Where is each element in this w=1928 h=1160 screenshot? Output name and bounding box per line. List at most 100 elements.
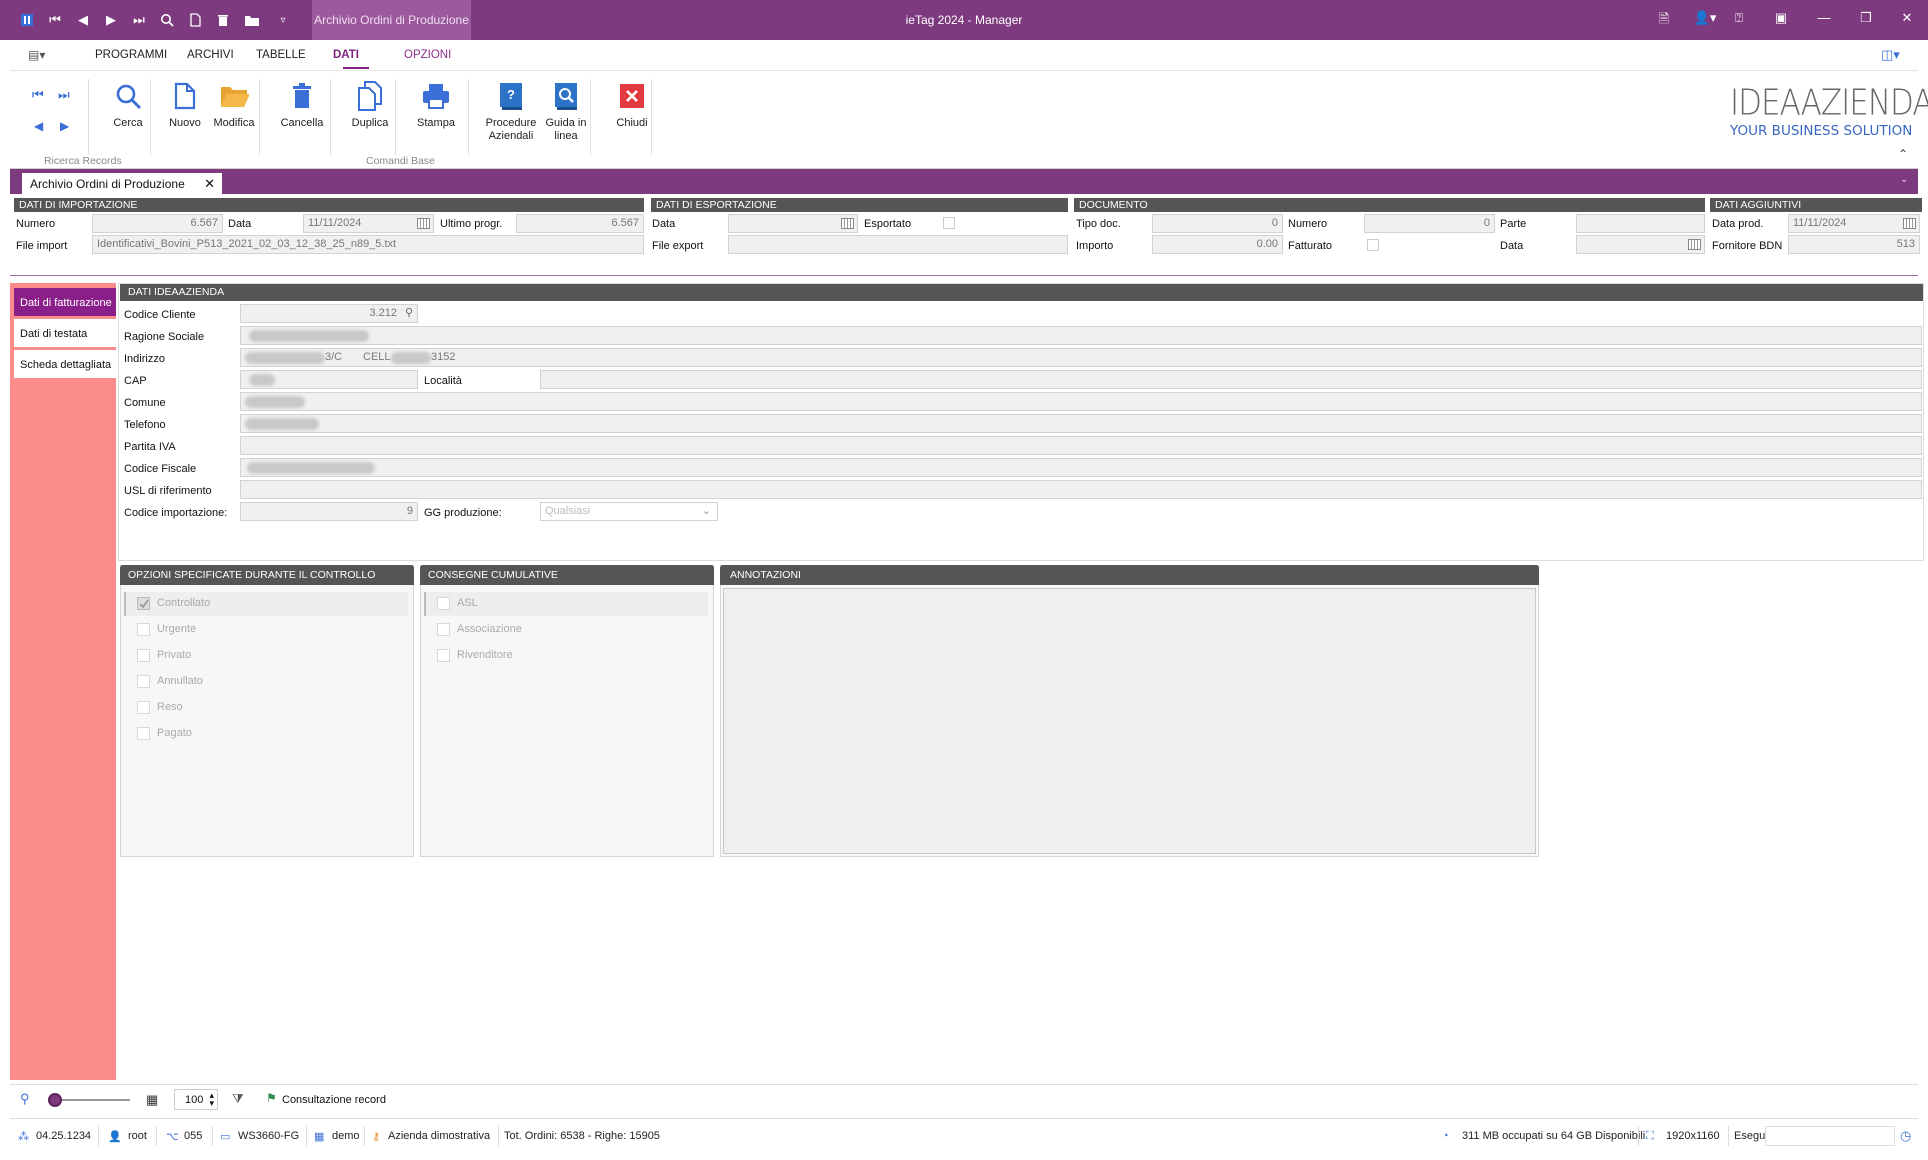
tab-dati-fatturazione[interactable]: Dati di fatturazione bbox=[14, 288, 116, 316]
printer-icon bbox=[421, 81, 451, 111]
procedure-aziendali-button[interactable]: ? Procedure Aziendali bbox=[476, 81, 546, 143]
calendar-icon[interactable] bbox=[1688, 239, 1701, 250]
menu-programmi[interactable]: PROGRAMMI bbox=[95, 49, 167, 61]
codice-fiscale-label: Codice Fiscale bbox=[124, 463, 197, 475]
numero-doc-field[interactable]: 0 bbox=[1364, 214, 1495, 233]
ragione-sociale-field[interactable] bbox=[240, 326, 1922, 345]
user-icon: 👤 bbox=[108, 1131, 122, 1143]
status-separator bbox=[364, 1126, 365, 1146]
duplica-button[interactable]: Duplica bbox=[342, 81, 398, 130]
lookup-search-icon[interactable]: ⚲ bbox=[405, 306, 413, 319]
close-red-icon bbox=[617, 81, 647, 111]
status-separator bbox=[1728, 1126, 1729, 1146]
codice-fiscale-field[interactable] bbox=[240, 458, 1922, 477]
form-tab-label: Archivio Ordini di Produzione bbox=[30, 176, 185, 191]
calendar-icon[interactable] bbox=[1903, 218, 1916, 229]
menu-tabelle[interactable]: TABELLE bbox=[256, 49, 306, 61]
page-size-value: 100 bbox=[185, 1094, 204, 1106]
zoom-icon[interactable]: ⚲ bbox=[20, 1091, 30, 1107]
telefono-field[interactable] bbox=[240, 414, 1922, 433]
annotazioni-textarea[interactable] bbox=[723, 588, 1536, 854]
importo-field[interactable]: 0.00 bbox=[1152, 235, 1283, 254]
usl-field[interactable] bbox=[240, 480, 1922, 499]
data-export-field[interactable] bbox=[728, 214, 858, 233]
partita-iva-field[interactable] bbox=[240, 436, 1922, 455]
codice-importazione-field[interactable]: 9 bbox=[240, 502, 418, 521]
page-size-spinner[interactable]: 100 ▴ ▾ bbox=[174, 1089, 218, 1110]
version-text: 04.25.1234 bbox=[36, 1130, 92, 1142]
nuovo-button[interactable]: Nuovo bbox=[160, 81, 210, 130]
file-export-field[interactable] bbox=[728, 235, 1068, 254]
close-window-icon[interactable]: ✕ bbox=[1896, 10, 1918, 26]
importo-label: Importo bbox=[1076, 240, 1114, 252]
numero-label: Numero bbox=[16, 218, 56, 230]
user-menu-icon[interactable]: 👤▾ bbox=[1690, 10, 1720, 26]
first-record-button[interactable]: ⏮ bbox=[32, 87, 44, 103]
app-window: ⏮ ◀ ▶ ⏭ ▿ Archivio Ordini di Produzione … bbox=[0, 0, 1928, 1160]
help-icon[interactable]: ⍰ bbox=[1728, 10, 1750, 26]
codice-cliente-field[interactable]: 3.212 ⚲ bbox=[240, 304, 418, 323]
fornitore-bdn-field[interactable]: 513 bbox=[1788, 235, 1920, 254]
calendar-icon[interactable] bbox=[841, 218, 854, 229]
tab-scheda-dettagliata[interactable]: Scheda dettagliata bbox=[14, 350, 116, 378]
menu-opzioni[interactable]: OPZIONI bbox=[404, 49, 451, 61]
fatturato-checkbox[interactable] bbox=[1367, 239, 1379, 251]
file-import-field[interactable]: Identificativi_Bovini_P513_2021_02_03_12… bbox=[92, 235, 644, 254]
left-tab-panel: Dati di fatturazione Dati di testata Sch… bbox=[10, 283, 116, 1080]
menu-dati[interactable]: DATI bbox=[333, 49, 359, 61]
status-separator bbox=[498, 1126, 499, 1146]
spinner-arrows-icon[interactable]: ▴ ▾ bbox=[209, 1091, 214, 1108]
data-prod-field[interactable]: 11/11/2024 bbox=[1788, 214, 1920, 233]
unchecked-box bbox=[437, 623, 450, 636]
section-header-documento: DOCUMENTO bbox=[1074, 198, 1705, 212]
next-record-button[interactable]: ▶ bbox=[60, 119, 69, 133]
zoom-slider-thumb[interactable] bbox=[48, 1093, 62, 1107]
form-tab-strip: Archivio Ordini di Produzione ✕ ⌄ bbox=[10, 169, 1918, 194]
document-icon[interactable]: 🗎 bbox=[1653, 10, 1675, 32]
status-separator bbox=[212, 1126, 213, 1146]
memory-text: 311 MB occupati su 64 GB Disponibili bbox=[1462, 1130, 1646, 1142]
guida-in-linea-button[interactable]: Guida in linea bbox=[538, 81, 594, 143]
esegui-label: Esegui bbox=[1734, 1130, 1768, 1142]
cancella-button[interactable]: Cancella bbox=[274, 81, 330, 130]
comune-field[interactable] bbox=[240, 392, 1922, 411]
app-menu-icon[interactable]: ▤▾ bbox=[28, 48, 45, 62]
esegui-input[interactable] bbox=[1765, 1126, 1895, 1146]
tab-dati-testata[interactable]: Dati di testata bbox=[14, 319, 116, 347]
previous-record-button[interactable]: ◀ bbox=[34, 119, 43, 133]
calendar-icon[interactable] bbox=[417, 218, 430, 229]
localita-field[interactable] bbox=[540, 370, 1922, 389]
close-tab-icon[interactable]: ✕ bbox=[204, 176, 215, 192]
numero-field[interactable]: 6.567 bbox=[92, 214, 223, 233]
code-text: 055 bbox=[184, 1130, 203, 1142]
window-layout-icon[interactable]: ▣ bbox=[1770, 10, 1792, 26]
stampa-button[interactable]: Stampa bbox=[408, 81, 464, 130]
parte-field[interactable] bbox=[1576, 214, 1705, 233]
cap-field[interactable] bbox=[240, 370, 418, 389]
form-tab[interactable]: Archivio Ordini di Produzione ✕ bbox=[22, 173, 222, 194]
cerca-button[interactable]: Cerca bbox=[102, 81, 154, 130]
ribbon: ⏮ ⏭ ◀ ▶ Cerca Ricerca Records Nuovo Modi… bbox=[10, 70, 1928, 169]
esportato-checkbox[interactable] bbox=[943, 217, 955, 229]
menu-archivi[interactable]: ARCHIVI bbox=[187, 49, 234, 61]
gg-produzione-select[interactable]: Qualsiasi ⌄ bbox=[540, 502, 718, 521]
restore-icon[interactable]: ❐ bbox=[1855, 10, 1877, 26]
ricerca-records-group-label: Ricerca Records bbox=[44, 155, 122, 167]
tipo-doc-field[interactable]: 0 bbox=[1152, 214, 1283, 233]
data-doc-field[interactable] bbox=[1576, 235, 1705, 254]
ribbon-separator bbox=[259, 79, 260, 155]
grid-icon[interactable]: ▦ bbox=[146, 1092, 158, 1108]
ultimo-progr-field[interactable]: 6.567 bbox=[516, 214, 644, 233]
record-status-text: Consultazione record bbox=[282, 1094, 386, 1106]
minimize-icon[interactable]: — bbox=[1813, 10, 1835, 25]
layout-switch-icon[interactable]: ◫▾ bbox=[1881, 47, 1900, 63]
collapse-ribbon-icon[interactable]: ⌃ bbox=[1898, 147, 1908, 161]
usl-label: USL di riferimento bbox=[124, 485, 212, 497]
tab-list-chevron-icon[interactable]: ⌄ bbox=[1900, 174, 1908, 185]
data-import-field[interactable]: 11/11/2024 bbox=[303, 214, 434, 233]
indirizzo-field[interactable]: 3/C CELL 3152 bbox=[240, 348, 1922, 367]
last-record-button[interactable]: ⏭ bbox=[58, 87, 70, 103]
filter-icon[interactable]: ⧩ bbox=[232, 1091, 244, 1107]
modifica-button[interactable]: Modifica bbox=[208, 81, 260, 130]
history-icon[interactable]: ◷ bbox=[1900, 1128, 1911, 1144]
